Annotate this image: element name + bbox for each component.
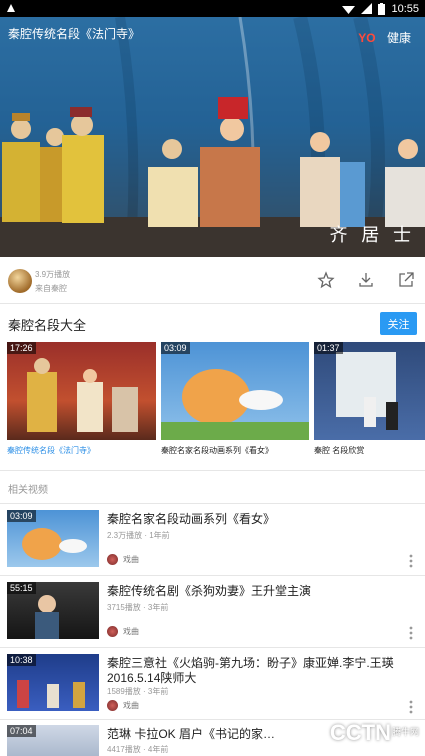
youku-logo: YO 健康 (358, 29, 411, 46)
related-channel: 戏曲 (107, 626, 139, 637)
share-button[interactable] (397, 271, 415, 289)
related-thumb: 07:04 (7, 725, 99, 756)
battery-icon (378, 2, 386, 15)
status-time: 10:55 (391, 2, 419, 15)
album-thumb-image (161, 369, 309, 440)
status-bar: 10:55 (0, 0, 425, 17)
video-actions (317, 271, 415, 289)
related-thumb: 10:38 (7, 654, 99, 711)
download-icon (359, 273, 373, 287)
album-item-title: 秦腔传统名段《法门寺》 (7, 446, 95, 455)
related-channel: 戏曲 (107, 554, 139, 565)
more-icon[interactable] (409, 700, 413, 714)
related-meta: 3715播放 · 3年前 (107, 603, 169, 612)
download-notification-icon (7, 4, 15, 12)
related-duration: 03:09 (7, 510, 36, 522)
wifi-icon (342, 6, 356, 14)
related-thumb: 03:09 (7, 510, 99, 567)
video-watermark: 齐 居 士 (329, 225, 415, 246)
album-duration: 01:37 (314, 342, 343, 354)
related-video-item[interactable]: 55:15 秦腔传统名剧《杀狗劝妻》王升堂主演 3715播放 · 3年前 戏曲 (0, 582, 425, 654)
album-thumb: 03:09 (161, 342, 309, 440)
logo-text: YO (358, 31, 376, 45)
video-meta: 3.9万播放 来自秦腔 (35, 268, 70, 296)
album-duration: 03:09 (161, 342, 190, 354)
source-text: 来自秦腔 (35, 284, 67, 293)
video-title: 秦腔传统名段《法门寺》 (8, 27, 141, 41)
channel-name: 戏曲 (123, 701, 139, 710)
related-channel: 戏曲 (107, 700, 139, 711)
album-thumb-image (336, 352, 398, 430)
related-meta: 4417播放 · 4年前 (107, 745, 169, 754)
related-header: 相关视频 (8, 485, 48, 496)
channel-name: 戏曲 (123, 555, 139, 564)
album-item[interactable]: 17:26 秦腔传统名段《法门寺》 (7, 342, 156, 456)
related-duration: 10:38 (7, 654, 36, 666)
play-count: 3.9万播放 (35, 270, 71, 279)
favorite-button[interactable] (317, 271, 335, 289)
video-meta-row: 3.9万播放 来自秦腔 (0, 262, 425, 300)
star-icon (317, 271, 335, 289)
brand-logo-icon (302, 721, 326, 745)
channel-avatar (107, 626, 118, 637)
album-title: 秦腔名段大全 (8, 318, 87, 333)
channel-avatar (107, 700, 118, 711)
uploader-avatar[interactable] (8, 269, 32, 293)
share-icon (399, 272, 414, 287)
site-watermark: 腾牛网 (391, 727, 419, 737)
album-duration: 17:26 (7, 342, 36, 354)
album-thumb-image (27, 358, 138, 432)
brand-watermark: CCTN (302, 720, 391, 746)
album-item-title: 秦腔 名段欣赏 (314, 446, 365, 455)
video-player[interactable]: 秦腔传统名段《法门寺》 YO 健康 齐 居 士 (0, 17, 425, 257)
channel-name: 戏曲 (123, 627, 139, 636)
more-icon[interactable] (409, 554, 413, 568)
related-title: 秦腔名家名段动画系列《看女》 (107, 512, 276, 526)
brand-text: CCTN (329, 720, 391, 745)
album-item-title: 秦腔名家名段动画系列《看女》 (161, 446, 273, 455)
download-button[interactable] (357, 271, 375, 289)
related-duration: 55:15 (7, 582, 36, 594)
logo-suffix: 健康 (386, 31, 411, 45)
more-icon[interactable] (409, 626, 413, 640)
related-video-item[interactable]: 10:38 秦腔三意社《火焰驹-第九场：盼子》康亚婵.李宁.王瑛 2016.5.… (0, 654, 425, 726)
divider (0, 647, 425, 648)
divider (0, 575, 425, 576)
album-thumb: 01:37 (314, 342, 425, 440)
album-item[interactable]: 03:09 秦腔名家名段动画系列《看女》 (161, 342, 309, 456)
signal-icon (361, 3, 373, 14)
album-list: 17:26 秦腔传统名段《法门寺》 03:09 秦腔名家名段动画系列《看女》 0… (7, 342, 425, 457)
follow-button[interactable]: 关注 (380, 312, 417, 335)
related-title: 秦腔传统名剧《杀狗劝妻》王升堂主演 (107, 584, 312, 598)
related-meta: 1589播放 · 3年前 (107, 687, 169, 696)
related-title: 秦腔三意社《火焰驹-第九场：盼子》康亚婵.李宁.王瑛 2016.5.14陕师大 (107, 656, 394, 685)
album-item[interactable]: 01:37 秦腔 名段欣赏 (314, 342, 425, 456)
related-duration: 07:04 (7, 725, 36, 737)
album-thumb: 17:26 (7, 342, 156, 440)
related-meta: 2.3万播放 · 1年前 (107, 531, 170, 540)
divider (0, 503, 425, 504)
divider (0, 470, 425, 471)
related-thumb: 55:15 (7, 582, 99, 639)
divider (0, 303, 425, 304)
related-video-item[interactable]: 03:09 秦腔名家名段动画系列《看女》 2.3万播放 · 1年前 戏曲 (0, 510, 425, 582)
channel-avatar (107, 554, 118, 565)
